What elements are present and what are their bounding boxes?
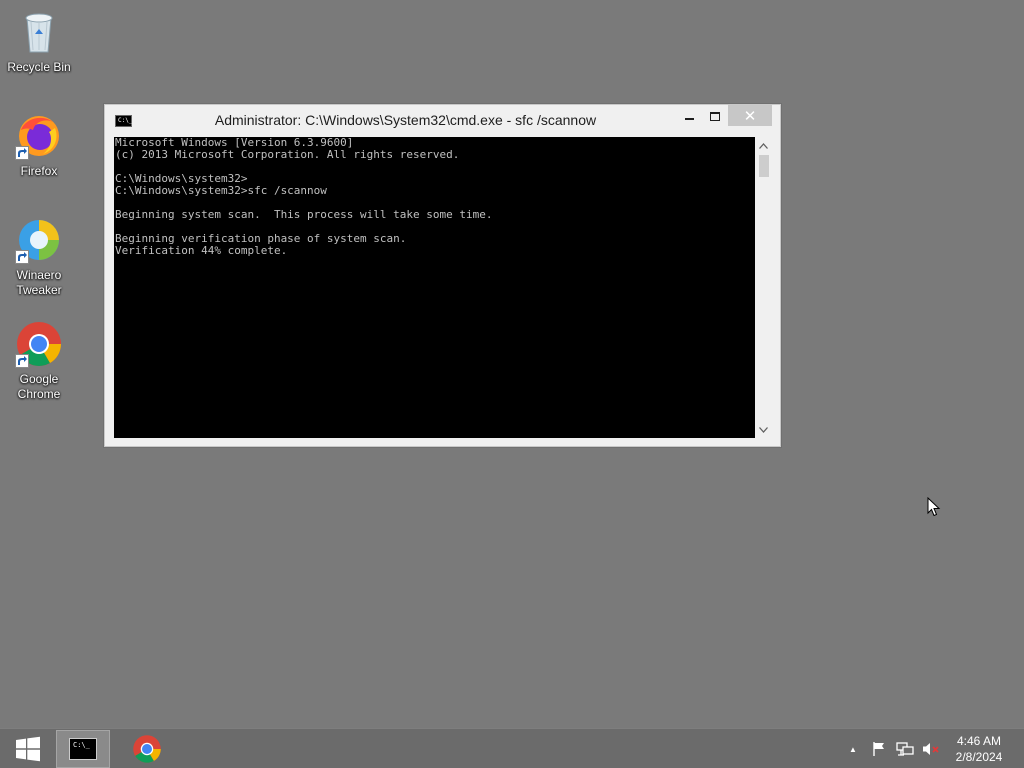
shortcut-arrow-icon bbox=[15, 250, 29, 264]
recycle-bin-label: Recycle Bin bbox=[7, 60, 71, 74]
vertical-scrollbar[interactable] bbox=[755, 137, 772, 438]
close-button[interactable]: ✕ bbox=[728, 105, 772, 126]
minimize-icon bbox=[684, 118, 694, 120]
console-line: (c) 2013 Microsoft Corporation. All righ… bbox=[115, 148, 460, 161]
chrome-icon bbox=[133, 735, 161, 763]
console-line: C:\Windows\system32>sfc /scannow bbox=[115, 184, 327, 197]
firefox-label: Firefox bbox=[20, 164, 58, 178]
desktop-icon-recycle-bin[interactable]: Recycle Bin bbox=[1, 8, 77, 75]
scroll-down-arrow-icon[interactable] bbox=[755, 421, 772, 438]
console-line: Verification 44% complete. bbox=[115, 244, 288, 257]
chrome-icon bbox=[15, 320, 63, 368]
network-icon[interactable] bbox=[896, 740, 914, 758]
chevron-up-icon: ▲ bbox=[849, 744, 857, 754]
window-title: Administrator: C:\Windows\System32\cmd.e… bbox=[214, 112, 597, 128]
start-button[interactable] bbox=[0, 729, 56, 768]
scroll-up-arrow-icon[interactable] bbox=[755, 137, 772, 154]
cmd-window[interactable]: C:\_ Administrator: C:\Windows\System32\… bbox=[104, 104, 781, 447]
action-center-flag-icon[interactable] bbox=[870, 740, 888, 758]
shortcut-arrow-icon bbox=[15, 354, 29, 368]
cmd-window-icon[interactable]: C:\_ bbox=[115, 115, 132, 127]
cmd-icon: C:\_ bbox=[69, 738, 97, 760]
winaero-tweaker-icon bbox=[15, 216, 63, 264]
taskbar-clock[interactable]: 4:46 AM 2/8/2024 bbox=[948, 733, 1010, 765]
mouse-pointer-icon bbox=[927, 497, 941, 517]
clock-time: 4:46 AM bbox=[956, 734, 1002, 748]
desktop-icon-winaero-tweaker[interactable]: Winaero Tweaker bbox=[1, 216, 77, 298]
clock-date: 2/8/2024 bbox=[955, 750, 1003, 764]
winaero-tweaker-label: Winaero Tweaker bbox=[16, 268, 62, 297]
taskbar-chrome-button[interactable] bbox=[120, 730, 174, 768]
console-output[interactable]: Microsoft Windows [Version 6.3.9600] (c)… bbox=[114, 137, 755, 438]
taskbar-cmd-button[interactable]: C:\_ bbox=[56, 730, 110, 768]
maximize-button[interactable] bbox=[702, 106, 728, 126]
close-icon: ✕ bbox=[743, 107, 757, 125]
windows-logo-icon bbox=[16, 736, 40, 762]
desktop-icon-google-chrome[interactable]: Google Chrome bbox=[1, 320, 77, 402]
maximize-icon bbox=[710, 111, 720, 121]
system-tray: ▲ bbox=[844, 729, 940, 768]
shortcut-arrow-icon bbox=[15, 146, 29, 160]
show-hidden-icons-button[interactable]: ▲ bbox=[844, 740, 862, 758]
desktop-icon-firefox[interactable]: Firefox bbox=[1, 112, 77, 179]
minimize-button[interactable] bbox=[676, 106, 702, 126]
firefox-icon bbox=[15, 112, 63, 160]
taskbar: C:\_ ▲ 4:46 AM 2/8/2024 bbox=[0, 728, 1024, 768]
recycle-bin-icon bbox=[15, 8, 63, 56]
scrollbar-thumb[interactable] bbox=[759, 155, 769, 177]
console-line: Beginning system scan. This process will… bbox=[115, 208, 493, 221]
google-chrome-label: Google Chrome bbox=[17, 372, 61, 401]
volume-muted-icon[interactable] bbox=[922, 740, 940, 758]
